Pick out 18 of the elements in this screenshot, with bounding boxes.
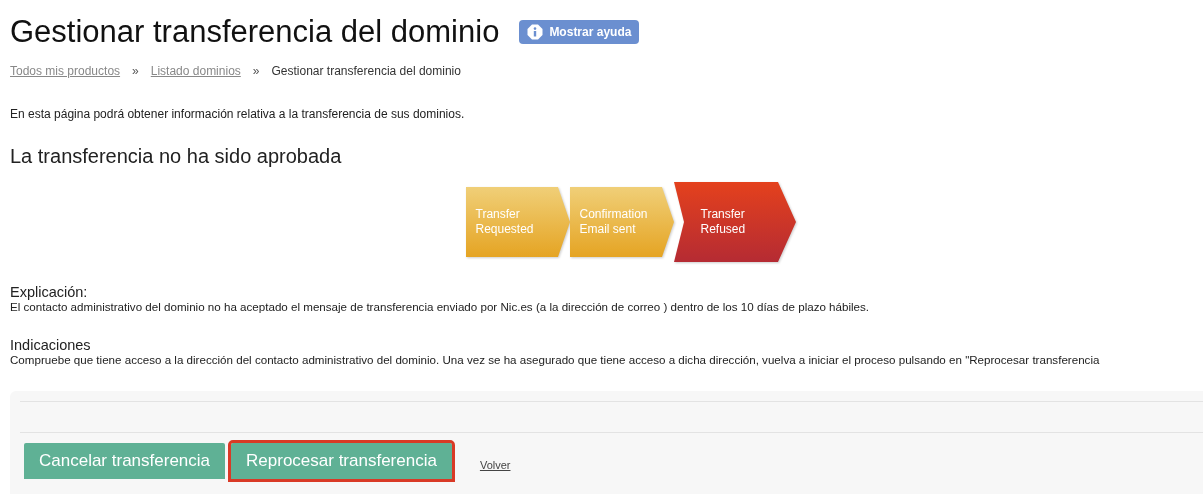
breadcrumb-current: Gestionar transferencia del dominio [271,64,461,78]
breadcrumb-link[interactable]: Listado dominios [150,64,241,78]
page-title: Gestionar transferencia del dominio [10,14,500,50]
info-icon [527,24,544,40]
action-button[interactable]: Reprocesar transferencia [231,443,452,479]
breadcrumb-link[interactable]: Todos mis productos [10,64,121,78]
section-heading: Indicaciones [10,337,92,353]
section-text: El contacto administrativo del dominio no ha aceptado el mensaje de transferencia enviado por Nic.es (a la dirección de correo ) dentro de los 10 días de plazo hábiles. [10,300,871,313]
breadcrumb-separator: » [132,64,139,78]
help-button[interactable]: Mostrar ayuda [519,20,640,44]
section-heading: Explicación: [10,284,89,300]
action-button[interactable]: Cancelar transferencia [24,443,226,479]
progress-step: Transfer Refused [673,182,796,262]
section-text: Compruebe que tiene acceso a la dirección del contacto administrativo del dominio. Una vez se ha asegurado que tiene acceso a dicha dirección, vuelva a iniciar el proceso pulsando en "Reprocesar transferencia [10,353,1101,366]
back-link[interactable]: Volver [479,459,511,471]
intro-text: En esta página podrá obtener información relativa a la transferencia de sus dominios. [10,107,466,121]
status-heading: La transferencia no ha sido aprobada [10,145,343,168]
breadcrumb-separator: » [252,64,260,78]
